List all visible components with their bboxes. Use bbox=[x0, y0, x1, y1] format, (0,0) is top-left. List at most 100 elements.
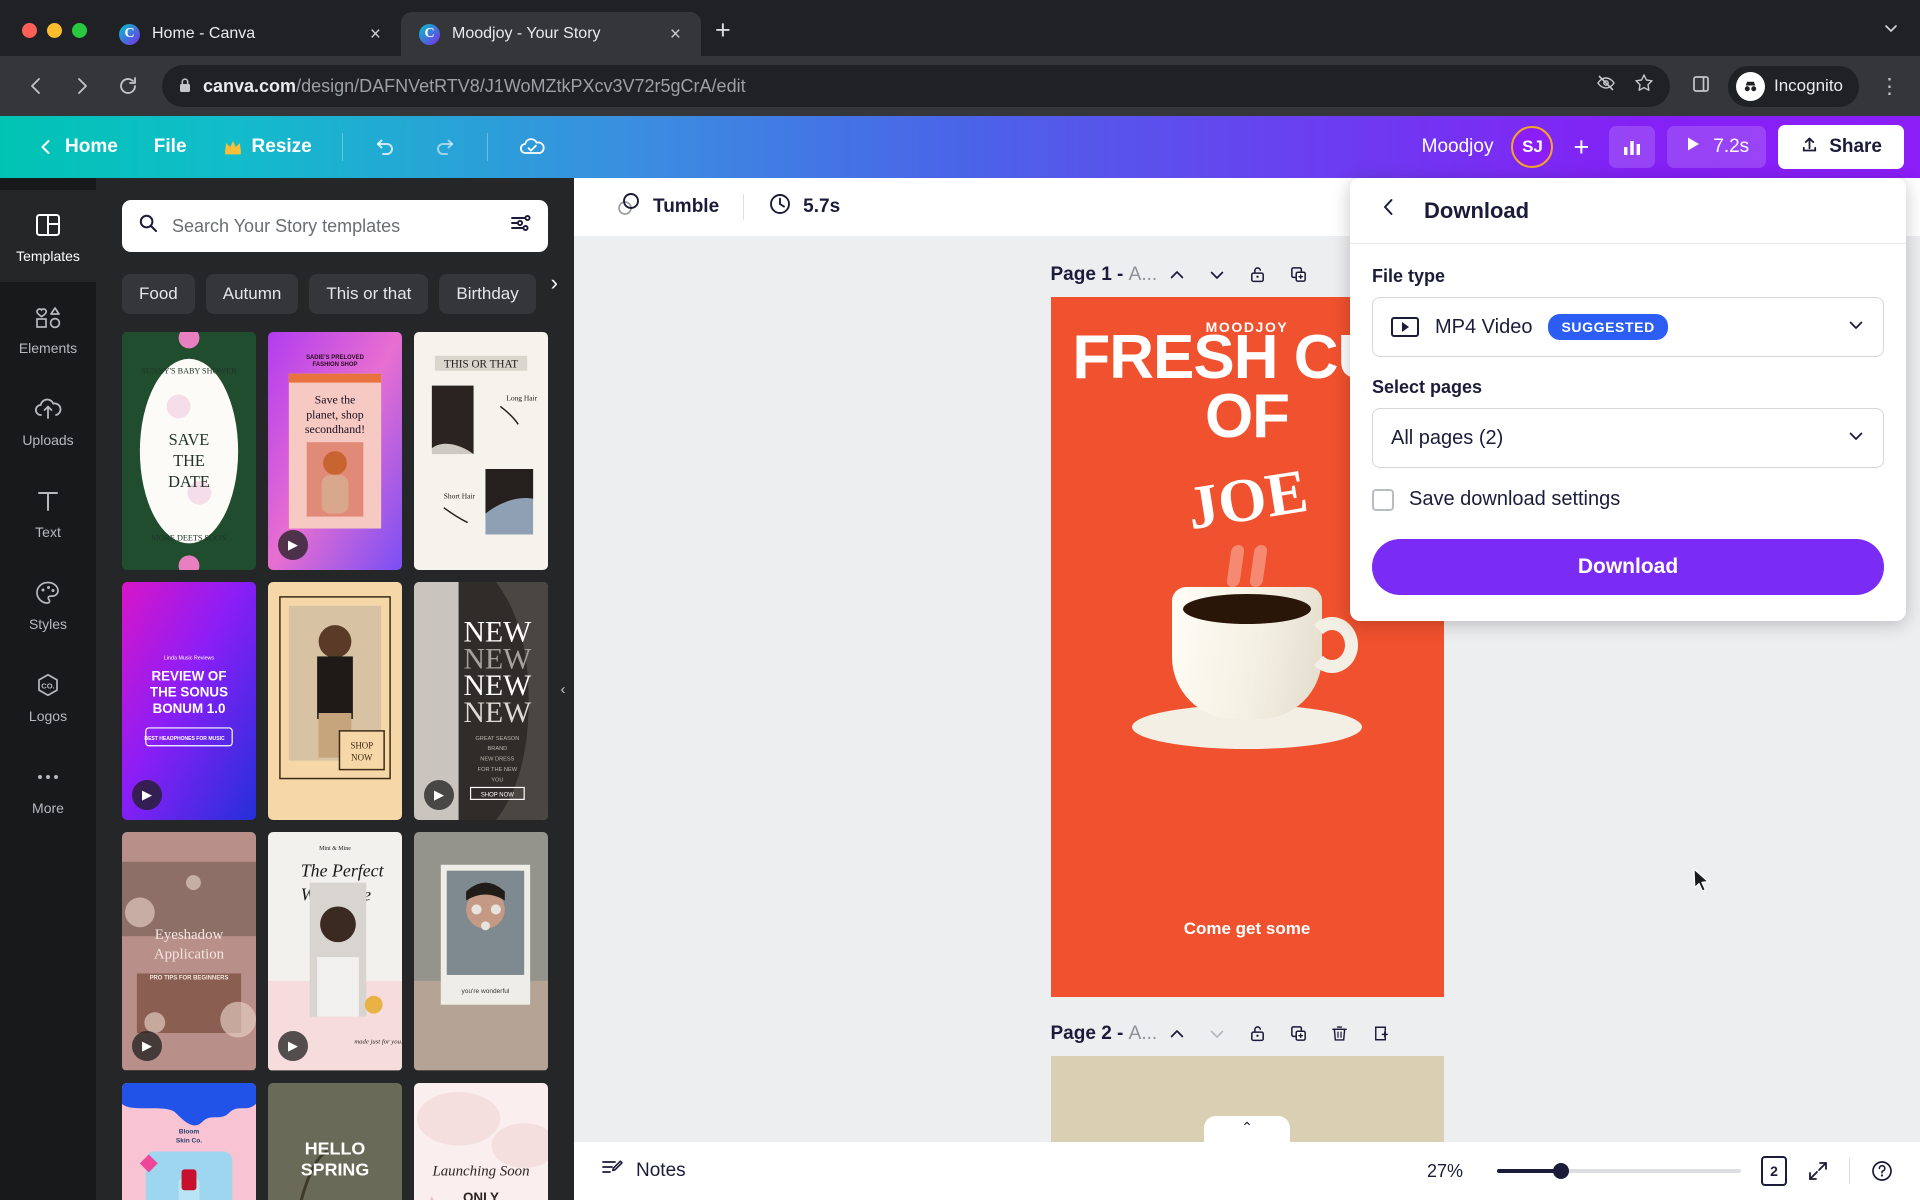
file-menu-button[interactable]: File bbox=[138, 127, 203, 167]
play-icon[interactable]: ▶ bbox=[132, 1030, 162, 1061]
chevron-down-icon[interactable] bbox=[1847, 427, 1865, 450]
file-type-select[interactable]: MP4 Video SUGGESTED bbox=[1372, 297, 1884, 357]
home-button[interactable]: Home bbox=[20, 127, 134, 167]
document-title[interactable]: Moodjoy bbox=[1422, 136, 1500, 158]
url-path: /design/DAFNVetRTV8/J1WoMZtkPXcv3V72r5gC… bbox=[296, 75, 746, 96]
back-button[interactable] bbox=[16, 66, 56, 106]
sidepanel-icon[interactable] bbox=[1690, 73, 1712, 100]
svg-text:planet, shop: planet, shop bbox=[306, 407, 364, 421]
chip-food[interactable]: Food bbox=[122, 274, 195, 314]
page-2-header: Page 2 - A... bbox=[574, 1019, 1920, 1048]
play-icon[interactable]: ▶ bbox=[278, 1030, 308, 1061]
clock-icon bbox=[768, 192, 792, 222]
template-card[interactable]: SADIE'S PRELOVED FASHION SHOP Save the p… bbox=[268, 332, 402, 571]
page-1-label[interactable]: Page 1 - A... bbox=[1051, 264, 1158, 286]
template-card[interactable]: SAVE THE DATE SUNNY'S BABY SHOWER MORE D… bbox=[122, 332, 256, 571]
close-icon[interactable]: × bbox=[664, 22, 687, 47]
template-card[interactable]: Bloom Skin Co. bbox=[122, 1082, 256, 1200]
chrome-menu-button[interactable]: ⋮ bbox=[1875, 74, 1904, 99]
search-input[interactable]: Search Your Story templates bbox=[122, 200, 548, 252]
incognito-profile-button[interactable]: Incognito bbox=[1728, 65, 1859, 107]
fullscreen-icon[interactable] bbox=[1807, 1160, 1829, 1182]
template-thumbnail: SHOP NOW bbox=[268, 582, 402, 821]
filter-icon[interactable] bbox=[510, 213, 532, 239]
cloud-saved-button[interactable] bbox=[502, 126, 562, 168]
close-window-button[interactable] bbox=[22, 23, 37, 38]
chips-next-icon[interactable]: › bbox=[542, 262, 566, 304]
svg-text:PRO TIPS FOR BEGINNERS: PRO TIPS FOR BEGINNERS bbox=[150, 976, 229, 982]
redo-button[interactable] bbox=[417, 126, 473, 168]
resize-button[interactable]: Resize bbox=[207, 127, 328, 167]
select-pages-select[interactable]: All pages (2) bbox=[1372, 408, 1884, 468]
play-icon bbox=[1684, 135, 1702, 159]
template-card[interactable]: REVIEW OF THE SONUS BONUM 1.0 BEST HEADP… bbox=[122, 582, 256, 821]
sidebar-item-styles[interactable]: Styles bbox=[0, 558, 96, 650]
reload-button[interactable] bbox=[108, 66, 148, 106]
template-card[interactable]: Mini & Mine The Perfect White Tee made j… bbox=[268, 832, 402, 1071]
sidebar-item-templates[interactable]: Templates bbox=[0, 190, 96, 282]
notes-button[interactable]: Notes bbox=[600, 1157, 686, 1185]
help-icon[interactable] bbox=[1870, 1159, 1894, 1183]
sidebar-item-logos[interactable]: CO. Logos bbox=[0, 650, 96, 742]
minimize-window-button[interactable] bbox=[47, 23, 62, 38]
forward-button[interactable] bbox=[62, 66, 102, 106]
template-card[interactable]: NEW NEW NEW NEW GREAT SEASON BRAND NEW DRE… bbox=[414, 582, 548, 821]
undo-button[interactable] bbox=[357, 126, 413, 168]
chip-this-or-that[interactable]: This or that bbox=[309, 274, 429, 314]
chip-birthday[interactable]: Birthday bbox=[439, 274, 536, 314]
browser-tab-moodjoy[interactable]: C Moodjoy - Your Story × bbox=[401, 12, 701, 56]
template-card[interactable]: Launching Soon ONLY 0 3 bbox=[414, 1082, 548, 1200]
avatar[interactable]: SJ bbox=[1511, 126, 1554, 168]
browser-tab-home[interactable]: C Home - Canva × bbox=[101, 12, 401, 56]
browser-url-bar: canva.com/design/DAFNVetRTV8/J1WoMZtkPXc… bbox=[0, 56, 1920, 116]
duplicate-icon[interactable] bbox=[1278, 1019, 1319, 1048]
share-button[interactable]: Share bbox=[1778, 125, 1904, 169]
eye-off-icon[interactable] bbox=[1596, 73, 1616, 99]
address-bar[interactable]: canva.com/design/DAFNVetRTV8/J1WoMZtkPXc… bbox=[162, 65, 1670, 107]
duplicate-icon[interactable] bbox=[1278, 260, 1319, 289]
insights-button[interactable] bbox=[1609, 126, 1656, 168]
maximize-window-button[interactable] bbox=[72, 23, 87, 38]
sidebar-item-text[interactable]: Text bbox=[0, 466, 96, 558]
download-panel: Download File type MP4 Video SUGGESTED S… bbox=[1350, 178, 1906, 621]
zoom-slider-knob[interactable] bbox=[1553, 1163, 1569, 1179]
page-2-label[interactable]: Page 2 - A... bbox=[1051, 1023, 1158, 1045]
new-tab-button[interactable]: + bbox=[701, 17, 745, 56]
download-button[interactable]: Download bbox=[1372, 539, 1884, 595]
chevron-down-icon[interactable] bbox=[1847, 316, 1865, 339]
template-card[interactable]: HELLO SPRING bbox=[268, 1082, 402, 1200]
animation-label: Tumble bbox=[653, 196, 720, 217]
animation-button[interactable]: Tumble bbox=[600, 191, 735, 223]
back-arrow-icon[interactable] bbox=[1372, 192, 1406, 229]
template-card[interactable]: SHOP NOW bbox=[268, 582, 402, 821]
save-settings-checkbox[interactable] bbox=[1372, 488, 1394, 511]
tab-list-chevron-icon[interactable] bbox=[1882, 19, 1920, 56]
trash-icon[interactable] bbox=[1319, 1019, 1360, 1048]
page-manager-button[interactable]: 2 bbox=[1761, 1156, 1787, 1186]
move-page-up-button[interactable] bbox=[1157, 261, 1197, 289]
sidebar-item-more[interactable]: More bbox=[0, 742, 96, 834]
collapse-panel-button[interactable]: ‹ bbox=[552, 659, 574, 719]
timeline-expand-button[interactable]: ⌃ bbox=[1204, 1116, 1290, 1142]
tumble-icon bbox=[616, 191, 642, 223]
move-page-up-button[interactable] bbox=[1157, 1020, 1197, 1048]
template-card[interactable]: Eyeshadow Application PRO TIPS FOR BEGIN… bbox=[122, 832, 256, 1071]
chip-autumn[interactable]: Autumn bbox=[205, 274, 299, 314]
add-page-icon[interactable] bbox=[1360, 1019, 1401, 1048]
star-icon[interactable] bbox=[1634, 73, 1654, 99]
sidebar-item-uploads[interactable]: Uploads bbox=[0, 374, 96, 466]
sidebar-item-elements[interactable]: Elements bbox=[0, 282, 96, 374]
unlock-icon[interactable] bbox=[1237, 1019, 1278, 1048]
close-icon[interactable]: × bbox=[364, 22, 387, 47]
zoom-slider[interactable] bbox=[1497, 1163, 1741, 1179]
template-card[interactable]: you're wonderful bbox=[414, 832, 548, 1071]
template-card[interactable]: THIS OR THAT Long Hair Short Hair bbox=[414, 332, 548, 571]
template-category-chips: Food Autumn This or that Birthday › bbox=[96, 252, 574, 314]
present-button[interactable]: 7.2s bbox=[1667, 126, 1767, 168]
add-collaborator-button[interactable]: + bbox=[1565, 132, 1597, 163]
svg-text:BRAND: BRAND bbox=[488, 746, 508, 752]
unlock-icon[interactable] bbox=[1237, 260, 1278, 289]
page-duration-button[interactable]: 5.7s bbox=[752, 192, 856, 222]
save-settings-row[interactable]: Save download settings bbox=[1372, 488, 1884, 511]
move-page-down-button[interactable] bbox=[1197, 261, 1237, 289]
